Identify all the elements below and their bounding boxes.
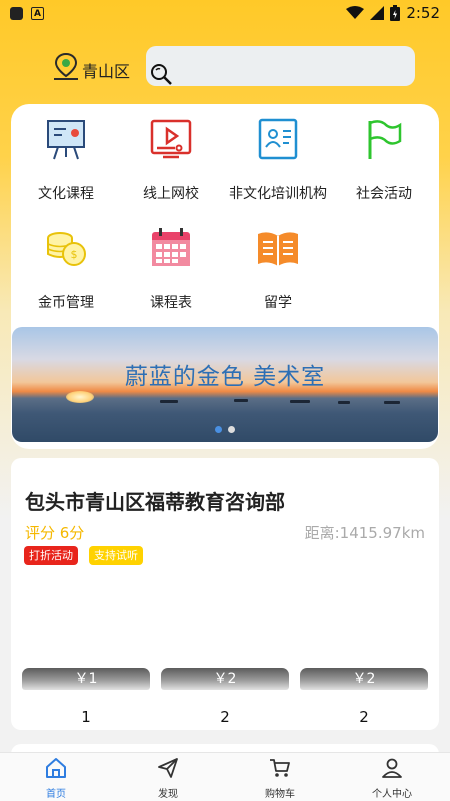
category-label: 文化课程 (38, 186, 94, 202)
signal-icon (370, 6, 385, 20)
top-header: 青山区 (0, 40, 450, 96)
paper-plane-icon (158, 758, 178, 778)
tag-trial: 支持试听 (89, 546, 143, 565)
status-bar: A 2:52 (0, 0, 450, 26)
category-label: 留学 (264, 295, 292, 311)
coins-icon: $ (47, 232, 86, 266)
tab-label: 购物车 (265, 789, 295, 800)
id-card-icon (258, 118, 298, 160)
carousel-dot[interactable] (215, 426, 222, 433)
tab-cart[interactable]: 购物车 (240, 757, 320, 800)
bottom-tab-bar: 首页 发现 购物车 个人中心 (0, 752, 450, 801)
course-count: 1 (81, 708, 91, 726)
ship (160, 400, 178, 403)
category-label: 金币管理 (38, 295, 94, 311)
category-label: 线上网校 (143, 186, 199, 202)
cart-icon (270, 759, 290, 777)
home-icon (46, 758, 66, 778)
category-online-school[interactable]: 线上网校 (116, 117, 226, 203)
institution-distance: 距离:1415.97km (304, 524, 425, 542)
wifi-icon (346, 6, 365, 19)
open-book-icon (258, 232, 298, 266)
tab-label: 首页 (46, 789, 66, 800)
course-count: 2 (220, 708, 230, 726)
course-price[interactable]: ￥2 (300, 668, 428, 690)
tab-label: 个人中心 (372, 789, 412, 800)
course-count: 2 (359, 708, 369, 726)
institution-name: 包头市青山区福蒂教育咨询部 (25, 490, 285, 514)
video-course-icon (150, 119, 192, 159)
a-notification-icon: A (31, 6, 44, 20)
category-label: 课程表 (150, 295, 192, 311)
tab-label: 发现 (158, 789, 178, 800)
sunset-sun (66, 391, 94, 403)
ship (290, 400, 310, 403)
institution-rating: 评分 6分 (25, 524, 85, 542)
easel-chart-icon (47, 120, 85, 160)
carousel-indicator (215, 426, 235, 433)
app-notification-icon (10, 6, 23, 20)
course-price[interactable]: ￥2 (161, 668, 289, 690)
tab-profile[interactable]: 个人中心 (352, 757, 432, 800)
category-label: 社会活动 (356, 186, 412, 202)
promo-banner[interactable]: 蔚蓝的金色 美术室 (12, 327, 438, 442)
course-price[interactable]: ￥1 (22, 668, 150, 690)
institution-card[interactable]: 包头市青山区福蒂教育咨询部 评分 6分 距离:1415.97km 打折活动 支持… (11, 458, 439, 730)
calendar-icon (152, 228, 190, 266)
ship (384, 401, 400, 404)
tab-discover[interactable]: 发现 (128, 757, 208, 800)
flag-icon (368, 120, 402, 159)
category-coin-management[interactable]: $ 金币管理 (11, 226, 121, 312)
category-culture-course[interactable]: 文化课程 (11, 117, 121, 203)
category-study-abroad[interactable]: 留学 (223, 226, 333, 312)
location-selector[interactable]: 青山区 (52, 52, 130, 82)
svg-text:$: $ (71, 248, 78, 261)
tag-discount: 打折活动 (24, 546, 78, 565)
location-label: 青山区 (82, 62, 131, 81)
category-label: 非文化培训机构 (229, 186, 327, 202)
search-icon[interactable] (150, 62, 174, 86)
ship (234, 399, 248, 402)
battery-icon (390, 5, 401, 21)
tab-home[interactable]: 首页 (16, 757, 96, 800)
user-icon (382, 758, 402, 778)
clock: 2:52 (406, 4, 440, 22)
location-pin-icon (54, 52, 78, 80)
category-non-culture-training[interactable]: 非文化培训机构 (223, 117, 333, 203)
ship (338, 401, 350, 404)
category-social-activity[interactable]: 社会活动 (329, 117, 439, 203)
search-input[interactable] (146, 46, 415, 86)
banner-title: 蔚蓝的金色 美术室 (124, 364, 326, 390)
carousel-dot[interactable] (228, 426, 235, 433)
category-schedule[interactable]: 课程表 (116, 226, 226, 312)
